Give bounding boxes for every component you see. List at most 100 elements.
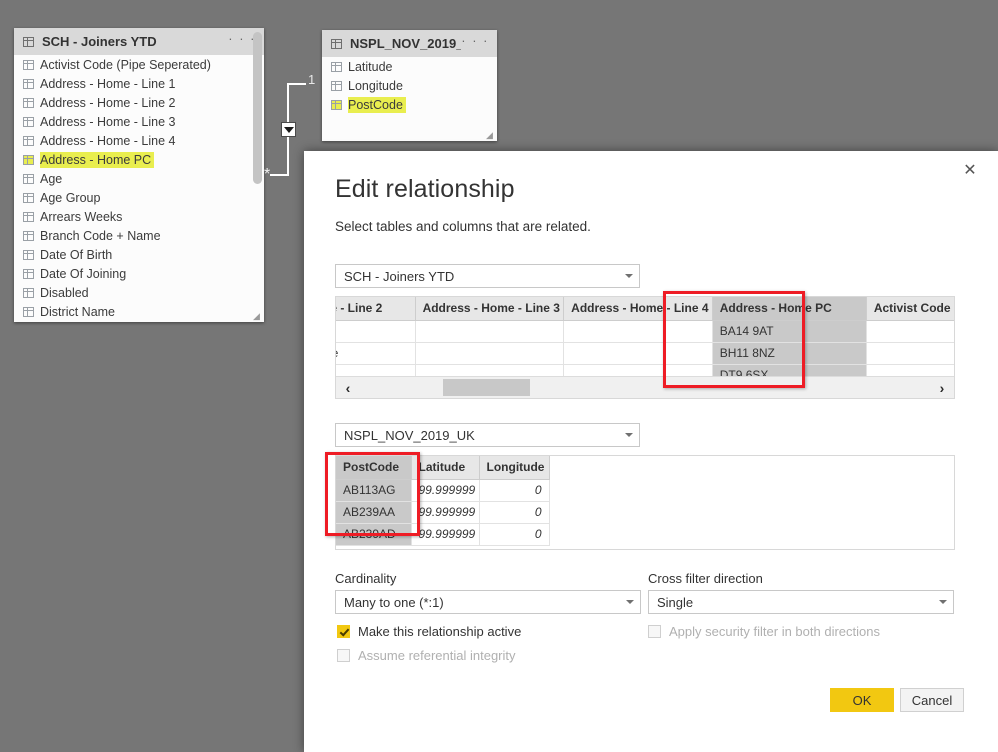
- cross-filter-dropdown[interactable]: Single: [648, 590, 954, 614]
- table-icon: [23, 36, 34, 47]
- field-item[interactable]: District Name: [14, 302, 264, 321]
- column-header[interactable]: Longitude: [479, 456, 550, 480]
- table-cell: [866, 342, 954, 365]
- checkbox-make-relationship-active[interactable]: Make this relationship active: [337, 624, 521, 639]
- table-cell: 0: [479, 479, 550, 502]
- field-label: Branch Code + Name: [40, 228, 161, 243]
- table-cell: [415, 320, 565, 343]
- table-cell: [563, 342, 713, 365]
- column-icon: [331, 80, 342, 91]
- chevron-down-icon: [625, 433, 633, 437]
- checkbox-label: Make this relationship active: [358, 624, 522, 639]
- table-card-nspl-fields: Latitude Longitude PostCode: [322, 57, 497, 141]
- cardinality-dropdown-value: Many to one (*:1): [344, 594, 444, 610]
- field-item[interactable]: Date Of Birth: [14, 245, 264, 264]
- column-header[interactable]: Address - Home - Line 4: [563, 297, 713, 321]
- table-cell: 99.999999: [411, 523, 480, 546]
- chevron-down-icon: [626, 600, 634, 604]
- dialog-title: Edit relationship: [335, 175, 515, 203]
- field-item[interactable]: Age Group: [14, 188, 264, 207]
- table-cell: 99.999999: [411, 479, 480, 502]
- field-item[interactable]: Longitude: [322, 76, 497, 95]
- scrollbar-thumb[interactable]: [443, 379, 530, 396]
- table-cell: AB113AG: [336, 479, 412, 502]
- close-icon[interactable]: ✕: [956, 156, 984, 184]
- checkbox-apply-security-filter: Apply security filter in both directions: [648, 624, 880, 639]
- column-icon: [23, 249, 34, 260]
- column-icon: [23, 306, 34, 317]
- table2-preview-table: PostCode Latitude Longitude AB113AG 99.99999…: [336, 456, 550, 546]
- table1-dropdown[interactable]: SCH - Joiners YTD: [335, 264, 640, 288]
- cross-filter-label: Cross filter direction: [648, 571, 763, 586]
- checkbox-checked-icon[interactable]: [337, 625, 350, 638]
- table-icon: [331, 38, 342, 49]
- table-card-nspl-header[interactable]: NSPL_NOV_2019_UK · · ·: [322, 30, 497, 57]
- field-item[interactable]: Arrears Weeks: [14, 207, 264, 226]
- table-card-sch-fields: Activist Code (Pipe Seperated) Address - …: [14, 55, 264, 322]
- scroll-left-arrow-icon[interactable]: ‹: [336, 380, 360, 396]
- column-header[interactable]: Address - Home - Line 3: [415, 297, 565, 321]
- checkbox-assume-referential-integrity: Assume referential integrity: [337, 648, 516, 663]
- table-card-sch-header[interactable]: SCH - Joiners YTD · · ·: [14, 28, 264, 55]
- column-icon: [23, 97, 34, 108]
- table-cell: AB239AD: [336, 523, 412, 546]
- table-card-sch[interactable]: SCH - Joiners YTD · · · Activist Code (P…: [14, 28, 264, 322]
- field-label: Address - Home - Line 1: [40, 76, 176, 91]
- table-card-nspl[interactable]: NSPL_NOV_2019_UK · · · Latitude Longitude…: [322, 30, 497, 141]
- table1-preview-grid[interactable]: ne - Line 2Address - Home - Line 3Addres…: [335, 296, 955, 399]
- column-header[interactable]: Activist Code (Pipe Seperated): [866, 297, 954, 321]
- resize-grip-icon[interactable]: ◢: [253, 312, 262, 321]
- resize-grip-icon[interactable]: ◢: [486, 131, 495, 140]
- field-label: Date Of Joining: [40, 266, 127, 281]
- column-header[interactable]: PostCode: [336, 456, 412, 480]
- column-icon: [331, 61, 342, 72]
- table-cell: [563, 320, 713, 343]
- table-row: BA14 9AT: [336, 320, 954, 343]
- table-card-sch-title: SCH - Joiners YTD: [42, 34, 157, 49]
- table-row: AB113AG 99.999999 0: [336, 479, 550, 502]
- field-item[interactable]: Address - Home - Line 3: [14, 112, 264, 131]
- table-row: ive BH11 8NZ: [336, 342, 954, 365]
- field-label: Disabled: [40, 285, 89, 300]
- table1-horizontal-scrollbar[interactable]: ‹ ›: [336, 376, 954, 398]
- field-item[interactable]: Disabled: [14, 283, 264, 302]
- table2-preview-grid[interactable]: PostCode Latitude Longitude AB113AG 99.99999…: [335, 455, 955, 550]
- field-item[interactable]: Age: [14, 169, 264, 188]
- table1-dropdown-value: SCH - Joiners YTD: [344, 268, 455, 284]
- ok-button[interactable]: OK: [830, 688, 894, 712]
- field-label: Arrears Weeks: [40, 209, 123, 224]
- field-label: Address - Home - Line 3: [40, 114, 176, 129]
- field-label: Age: [40, 171, 63, 186]
- field-item[interactable]: PostCode: [322, 95, 497, 114]
- connector-many-label: *: [264, 166, 271, 183]
- field-item[interactable]: Date Of Joining: [14, 264, 264, 283]
- field-label: District Name: [40, 304, 116, 319]
- field-item[interactable]: Address - Home - Line 2: [14, 93, 264, 112]
- scroll-right-arrow-icon[interactable]: ›: [930, 380, 954, 396]
- cardinality-dropdown[interactable]: Many to one (*:1): [335, 590, 641, 614]
- column-header[interactable]: ne - Line 2: [336, 297, 416, 321]
- table2-dropdown-value: NSPL_NOV_2019_UK: [344, 427, 475, 443]
- table2-dropdown[interactable]: NSPL_NOV_2019_UK: [335, 423, 640, 447]
- field-item[interactable]: Address - Home - Line 1: [14, 74, 264, 93]
- cancel-button[interactable]: Cancel: [900, 688, 964, 712]
- table-card-sch-menu-icon[interactable]: · · ·: [228, 32, 256, 48]
- table-card-nspl-title: NSPL_NOV_2019_UK: [350, 36, 461, 51]
- field-item[interactable]: Activist Code (Pipe Seperated): [14, 55, 264, 74]
- field-item[interactable]: Branch Code + Name: [14, 226, 264, 245]
- field-label: Date Of Birth: [40, 247, 113, 262]
- field-item[interactable]: Address - Home PC: [14, 150, 264, 169]
- checkbox-unchecked-icon: [337, 649, 350, 662]
- checkbox-label: Assume referential integrity: [358, 648, 516, 663]
- column-header[interactable]: Address - Home PC: [712, 297, 867, 321]
- edit-relationship-dialog: Edit relationship Select tables and colu…: [304, 151, 998, 752]
- field-label: Latitude: [348, 59, 393, 74]
- field-item[interactable]: Latitude: [322, 57, 497, 76]
- table-card-nspl-menu-icon[interactable]: · · ·: [461, 34, 489, 50]
- table-row: AB239AD 99.999999 0: [336, 523, 550, 546]
- field-label: PostCode: [348, 96, 406, 113]
- scrollbar-track[interactable]: [360, 377, 930, 398]
- column-header[interactable]: Latitude: [411, 456, 480, 480]
- column-icon: [23, 268, 34, 279]
- field-item[interactable]: Address - Home - Line 4: [14, 131, 264, 150]
